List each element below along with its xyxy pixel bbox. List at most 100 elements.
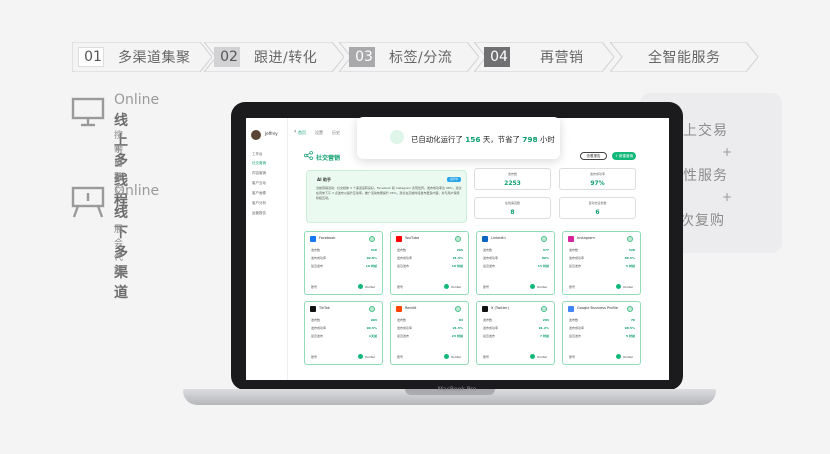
check-icon	[541, 306, 547, 312]
sidebar-item-profile[interactable]: 客户画像	[252, 191, 266, 196]
metric-row: 发布数 377	[483, 248, 549, 252]
metric-row: 发布数 328	[569, 248, 635, 252]
metric-value: 7 时前	[539, 334, 549, 338]
toast-text-post: 小时	[540, 135, 555, 144]
channel-card[interactable]: Instagram 发布数 328 发布成功率 89.5% 最近发布 5 时前 账号 Xorde…	[562, 231, 641, 295]
metric-row: 发布数 316	[311, 248, 377, 252]
metric-value: 1天前	[368, 334, 377, 338]
toast-text-mid: 天，节省了	[482, 135, 520, 144]
sidebar-item-dashboard[interactable]: 工作台	[252, 152, 263, 157]
step-number: 02	[220, 49, 238, 65]
agent-icon	[444, 284, 449, 289]
metric-label: 发布数	[311, 248, 321, 252]
metric-label: 发布成功率	[483, 326, 499, 330]
view-report-button[interactable]: 查看报告	[580, 152, 607, 160]
metric-row: 发布数 76	[569, 318, 635, 322]
metric-label: 发布成功率	[569, 326, 585, 330]
footer-label: 账号	[311, 355, 318, 359]
automation-summary: 已自动化运行了 156 天，节省了 798 小时	[411, 134, 555, 145]
offline-en-label: Online	[114, 183, 160, 199]
channel-name: Facebook	[319, 236, 336, 240]
channel-logo-icon	[396, 306, 402, 312]
stat-value: 2253	[504, 180, 521, 187]
metric-row: 发布成功率 91.5%	[397, 326, 463, 330]
metric-row: 最近发布 10 时前	[311, 264, 377, 268]
step-label: 再营销	[540, 50, 584, 66]
new-campaign-button[interactable]: + 新建营销	[612, 152, 636, 160]
footer-label: 账号	[397, 355, 404, 359]
metric-label: 发布成功率	[311, 326, 327, 330]
step-1: 01 多渠道集聚	[72, 42, 212, 72]
step-label: 全智能服务	[648, 50, 721, 66]
metric-value: 90.5%	[366, 326, 377, 330]
tab-settings[interactable]: 设置	[315, 130, 323, 136]
metric-row: 发布成功率 99%	[483, 256, 549, 260]
channel-card[interactable]: Google Business Profile 发布数 76 发布成功率 98.5% 最近…	[562, 301, 641, 365]
metric-label: 发布成功率	[397, 326, 413, 330]
tab-home[interactable]: 首页	[298, 130, 306, 136]
step-number: 04	[490, 49, 508, 65]
agent-icon	[616, 284, 621, 289]
agent-icon	[444, 354, 449, 359]
check-icon	[455, 236, 461, 242]
sidebar-item-content[interactable]: 内容营销	[252, 171, 266, 176]
sidebar-item-report[interactable]: 运营报告	[252, 211, 266, 216]
metric-row: 最近发布 15 时前	[483, 264, 549, 268]
metric-row: 最近发布 10 时前	[397, 264, 463, 268]
card-footer: 账号 Xorder	[569, 284, 633, 289]
metric-value: 5 时前	[625, 264, 635, 268]
metric-row: 发布成功率 98.5%	[569, 326, 635, 330]
ai-assistant-name: AI 助手	[317, 177, 331, 182]
sidebar-item-interaction[interactable]: 客户互动	[252, 181, 266, 186]
metric-label: 发布数	[483, 248, 493, 252]
metric-value: 15 时前	[537, 264, 549, 268]
sidebar-item-analysis[interactable]: 客户分析	[252, 201, 266, 206]
metric-label: 发布数	[483, 318, 493, 322]
channel-name: Instagram	[577, 236, 595, 240]
channel-logo-icon	[310, 236, 316, 242]
sidebar-item-social[interactable]: 社交营销	[252, 161, 266, 166]
metric-label: 发布成功率	[397, 256, 413, 260]
metric-value: 10 时前	[451, 264, 463, 268]
metric-row: 发布成功率 91.2%	[483, 326, 549, 330]
metric-label: 最近发布	[397, 334, 410, 338]
channel-name: Google Business Profile	[577, 306, 618, 310]
metric-label: 最近发布	[483, 264, 496, 268]
step-label: 多渠道集聚	[118, 50, 191, 66]
plus-sign: +	[722, 145, 733, 159]
card-footer: 账号 Xorder	[569, 354, 633, 359]
avatar[interactable]	[251, 130, 261, 140]
metric-label: 发布成功率	[483, 256, 499, 260]
stat-label: 发布数	[507, 172, 517, 176]
card-footer: 账号 Xorder	[397, 354, 461, 359]
channel-card[interactable]: LinkedIn 发布数 377 发布成功率 99% 最近发布 15 时前 账号 Xorder	[476, 231, 555, 295]
metric-value: 283	[542, 318, 549, 322]
automation-toast: 已自动化运行了 156 天，节省了 798 小时	[357, 117, 560, 159]
footer-label: 账号	[397, 285, 404, 289]
status-badge: 运行中	[447, 177, 461, 182]
check-icon	[455, 306, 461, 312]
stat-card: 发布成功率 97%	[559, 168, 636, 190]
channel-logo-icon	[396, 236, 402, 242]
offline-sub-1: 展会 代理	[114, 225, 124, 277]
channel-card[interactable]: Facebook 发布数 316 发布成功率 99.8% 最近发布 10 时前 账号 Xorde…	[304, 231, 383, 295]
metric-value: 328	[628, 248, 635, 252]
metric-row: 最近发布 5 时前	[569, 264, 635, 268]
footer-label: 账号	[569, 355, 576, 359]
channel-logo-icon	[568, 236, 574, 242]
channel-card[interactable]: Reddit 发布数 84 发布成功率 91.5% 最近发布 23 时前 账号 Xorder	[390, 301, 469, 365]
metric-row: 发布成功率 99.8%	[311, 256, 377, 260]
channel-card[interactable]: TikTok 发布数 903 发布成功率 90.5% 最近发布 1天前 账号 Xorder	[304, 301, 383, 365]
channel-card[interactable]: X (Twitter) 发布数 283 发布成功率 91.2% 最近发布 7 时前 账号 Xor…	[476, 301, 555, 365]
metric-value: 91.5%	[452, 326, 463, 330]
stat-label: 自动化任务数	[588, 201, 607, 205]
stat-label: 在线渠道数	[504, 201, 520, 205]
channel-card[interactable]: YouTube 发布数 265 发布成功率 91.5% 最近发布 10 时前 账号 Xorder	[390, 231, 469, 295]
tab-history[interactable]: 历史	[332, 130, 340, 136]
check-icon	[369, 306, 375, 312]
step-label: 跟进/转化	[254, 50, 318, 66]
card-footer: 账号 Xorder	[397, 284, 461, 289]
booth-icon	[71, 186, 105, 218]
back-icon[interactable]: ‹	[294, 128, 296, 135]
agent-name: Xorder	[451, 285, 462, 289]
